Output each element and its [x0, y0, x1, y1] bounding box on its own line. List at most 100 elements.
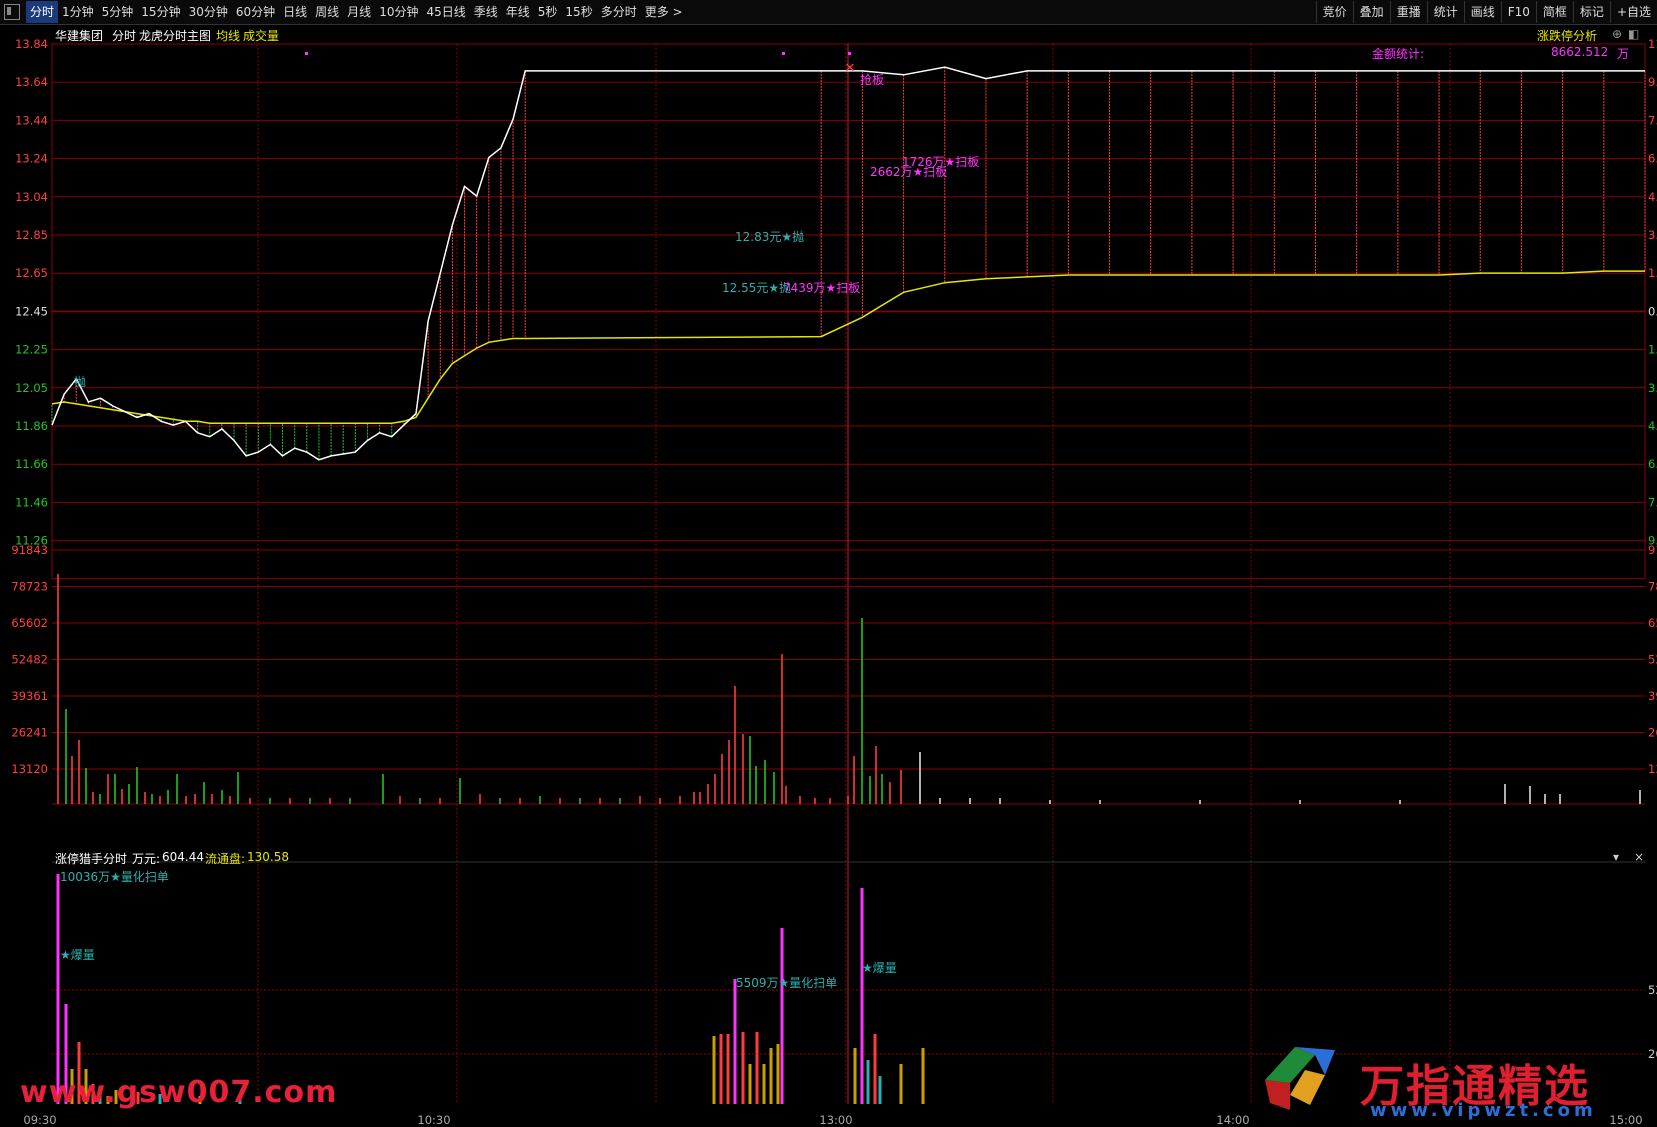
- intraday-chart[interactable]: 13.84 11 13.64 9. 13.44 7. 13.24 6. 13.04 4. 12.85…: [0, 24, 1657, 1127]
- amount-stat-label: 金额统计:: [1372, 47, 1425, 61]
- volume-label: 成交量: [243, 29, 280, 43]
- collapse-icon[interactable]: ▾: [1613, 850, 1619, 864]
- time-axis-label: 13:00: [819, 1113, 852, 1127]
- tool-button-2[interactable]: 重播: [1389, 1, 1427, 23]
- float-share-value: 130.58: [247, 850, 289, 864]
- period-tab-15[interactable]: 多分时: [597, 1, 641, 23]
- price-axis-label: 12.85: [15, 228, 48, 242]
- period-tab-9[interactable]: 10分钟: [375, 1, 422, 23]
- sweep-annotation-3: 7439万★扫板: [783, 281, 860, 295]
- period-tab-5[interactable]: 60分钟: [232, 1, 279, 23]
- indicator-annotation-4: ★爆量: [862, 961, 897, 975]
- panel-toggle-icon[interactable]: [4, 4, 20, 20]
- watermark-logo: [1265, 1047, 1335, 1110]
- tool-button-6[interactable]: 简框: [1535, 1, 1573, 23]
- tool-button-4[interactable]: 画线: [1463, 1, 1501, 23]
- volume-axis-label: 13120: [11, 762, 48, 776]
- limit-analysis-button[interactable]: 涨跌停分析: [1537, 27, 1597, 44]
- volume-axis-label: 78723: [11, 580, 48, 594]
- volume-axis-right-label: 39: [1648, 689, 1657, 703]
- pct-axis-label: 4.: [1648, 190, 1657, 204]
- volume-axis-label: 26241: [11, 726, 48, 740]
- price-axis-label: 13.84: [15, 37, 48, 51]
- period-tab-1[interactable]: 1分钟: [58, 1, 98, 23]
- tool-button-1[interactable]: 叠加: [1352, 1, 1390, 23]
- sell-annotation-2: 12.55元★抛: [722, 280, 791, 295]
- time-axis-label: 15:00: [1609, 1113, 1642, 1127]
- main-chart-name[interactable]: 龙虎分时主图: [139, 27, 211, 44]
- period-toolbar: 分时 1分钟 5分钟 15分钟 30分钟 60分钟 日线 周线 月线 10分钟 45日线 季线 年线 5秒…: [0, 0, 1657, 25]
- period-tab-14[interactable]: 15秒: [561, 1, 596, 23]
- volume-axis-label: 52482: [11, 653, 48, 667]
- indicator-unit-value: 604.44: [162, 850, 204, 864]
- volume-axis-label: 39361: [11, 689, 48, 703]
- tool-button-8[interactable]: +自选: [1609, 1, 1657, 23]
- watermark-left-url: www.gsw007.com: [20, 1075, 338, 1110]
- indicator-axis-label: 26: [1648, 1047, 1657, 1061]
- seal-annotation: 抢板: [860, 72, 884, 87]
- time-axis-label: 14:00: [1216, 1113, 1249, 1127]
- price-axis-label: 13.24: [15, 152, 48, 166]
- period-tab-11[interactable]: 季线: [470, 1, 502, 23]
- price-axis-label: 13.64: [15, 75, 48, 89]
- pct-axis-label: 7.: [1648, 495, 1657, 509]
- pct-axis-label: 9.: [1648, 75, 1657, 89]
- volume-axis-right-label: 13: [1648, 762, 1657, 776]
- price-axis-label: 12.05: [15, 381, 48, 395]
- indicator-title[interactable]: 涨停猎手分时: [55, 850, 127, 867]
- pct-axis-label: 7.: [1648, 113, 1657, 127]
- period-tab-4[interactable]: 30分钟: [185, 1, 232, 23]
- period-tab-0[interactable]: 分时: [26, 1, 59, 23]
- indicator-annotation-1: 10036万★量化扫单: [60, 870, 169, 884]
- period-tab-7[interactable]: 周线: [311, 1, 343, 23]
- price-axis-label: 12.25: [15, 343, 48, 357]
- price-axis-label: 11.46: [15, 495, 48, 509]
- pct-axis-label: 6.: [1648, 457, 1657, 471]
- tool-button-7[interactable]: 标记: [1572, 1, 1610, 23]
- volume-axis-right-label: 91: [1648, 543, 1657, 557]
- price-axis-label: 13.44: [15, 113, 48, 127]
- price-axis-label: 12.45: [15, 304, 48, 318]
- volume-axis-label: 91843: [11, 543, 48, 557]
- period-tab-6[interactable]: 日线: [279, 1, 311, 23]
- pct-axis-label: 3.: [1648, 381, 1657, 395]
- indicator-axis-label: 52: [1648, 983, 1657, 997]
- pct-axis-label: 6.: [1648, 152, 1657, 166]
- period-tab-12[interactable]: 年线: [502, 1, 534, 23]
- sweep-marker: ✕: [845, 61, 856, 76]
- tool-button-5[interactable]: F10: [1500, 1, 1536, 23]
- settings-icon[interactable]: ◧: [1628, 27, 1639, 41]
- signal-dot: [848, 52, 851, 55]
- add-icon[interactable]: ⊕: [1612, 27, 1622, 41]
- sell-annotation-start: 抛: [74, 374, 86, 389]
- period-tab-3[interactable]: 15分钟: [137, 1, 184, 23]
- close-icon[interactable]: ×: [1634, 850, 1644, 864]
- stock-name: 华建集团: [55, 29, 104, 43]
- period-tab-10[interactable]: 45日线: [422, 1, 469, 23]
- pct-axis-label: 1.: [1648, 266, 1657, 280]
- period-tabs: 分时 1分钟 5分钟 15分钟 30分钟 60分钟 日线 周线 月线 10分钟 45日线 季线 年线 5秒…: [26, 0, 687, 24]
- period-tab-13[interactable]: 5秒: [534, 1, 562, 23]
- price-axis-label: 13.04: [15, 190, 48, 204]
- tool-buttons: 竞价 叠加 重播 统计 画线 F10 简框 标记 +自选: [1315, 0, 1657, 24]
- pct-axis-label: 1.: [1648, 343, 1657, 357]
- tool-button-3[interactable]: 统计: [1426, 1, 1464, 23]
- signal-dot: [305, 52, 308, 55]
- pct-axis-label: 3.: [1648, 228, 1657, 242]
- period-tab-8[interactable]: 月线: [343, 1, 375, 23]
- period-tab-2[interactable]: 5分钟: [98, 1, 138, 23]
- price-axis-label: 11.66: [15, 457, 48, 471]
- volume-axis-right-label: 65: [1648, 616, 1657, 630]
- indicator-unit-label: 万元:: [132, 852, 161, 866]
- sweep-annotation-2: 2662万★扫板: [870, 165, 947, 179]
- tool-button-0[interactable]: 竞价: [1315, 1, 1353, 23]
- time-axis-label: 10:30: [417, 1113, 450, 1127]
- amount-stat-unit: 万: [1617, 47, 1630, 61]
- volume-axis-label: 65602: [11, 616, 48, 630]
- sell-annotation-1: 12.83元★抛: [735, 229, 804, 244]
- volume-axis-right-label: 52: [1648, 653, 1657, 667]
- float-share-label: 流通盘:: [205, 852, 246, 866]
- price-axis-label: 11.86: [15, 419, 48, 433]
- period-tab-16[interactable]: 更多 >: [641, 1, 687, 23]
- signal-dot: [782, 52, 785, 55]
